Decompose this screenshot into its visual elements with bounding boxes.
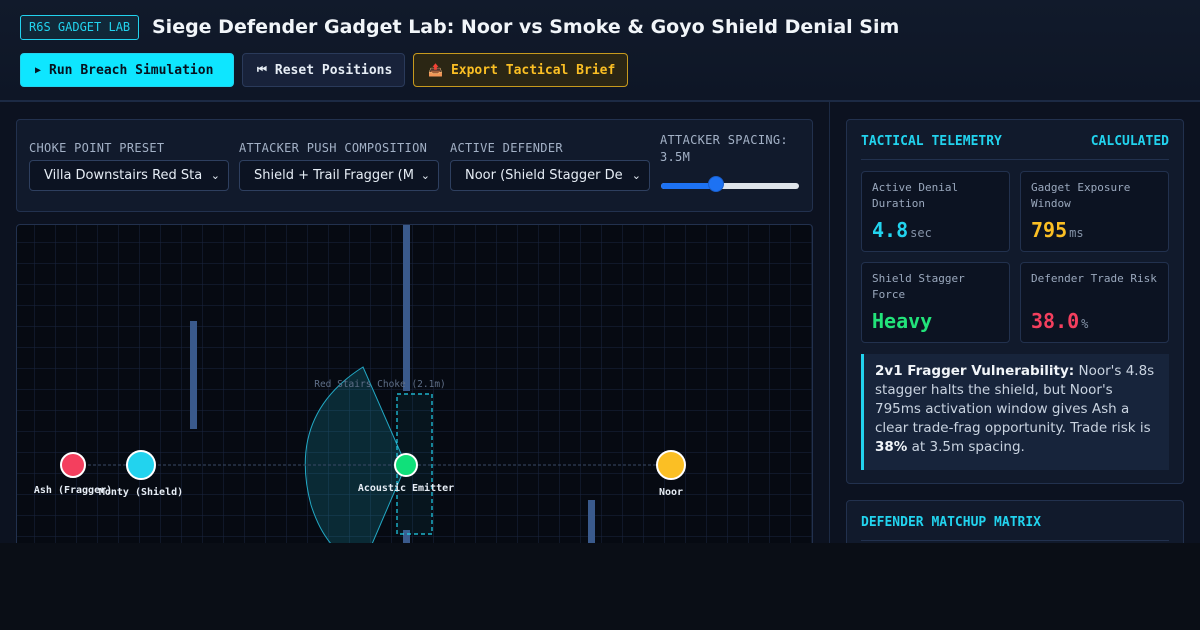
page-title: Siege Defender Gadget Lab: Noor vs Smoke… <box>152 16 900 38</box>
brand-badge: R6S GADGET LAB <box>20 15 140 40</box>
stat-card-denial-duration: Active Denial Duration 4.8 sec <box>861 171 1010 252</box>
spacing-slider-track[interactable] <box>661 183 799 189</box>
app-window: R6S GADGET LAB Siege Defender Gadget Lab… <box>0 0 1200 543</box>
telemetry-status: CALCULATED <box>1090 134 1169 149</box>
stat-card-exposure-window: Gadget Exposure Window 795 ms <box>1020 171 1169 252</box>
stat-card-trade-risk: Defender Trade Risk 38.0% <box>1020 262 1169 343</box>
unit-monty[interactable] <box>126 450 156 480</box>
monty-label: Monty (Shield) <box>99 486 183 498</box>
stat-label: Gadget Exposure Window <box>1031 181 1131 210</box>
stat-value: 4.8 sec <box>872 218 932 242</box>
defender-select[interactable]: Noor (Shield Stagger De ⌄ <box>450 160 650 191</box>
breach-arena: Red Stairs Choke (2.1m) Ash (Fragger) Mo… <box>16 224 813 543</box>
reset-button-label: Reset Positions <box>274 62 393 78</box>
emitter-label: Acoustic Emitter <box>358 482 454 494</box>
matrix-header: DEFENDER MATCHUP MATRIX <box>861 515 1169 541</box>
defender-matchup-matrix-panel: DEFENDER MATCHUP MATRIX <box>846 500 1184 543</box>
unit-acoustic-emitter[interactable] <box>394 453 418 477</box>
simulation-controls: CHOKE POINT PRESET Villa Downstairs Red … <box>16 119 813 212</box>
play-icon: ▶ <box>35 64 42 76</box>
wall-choke-top <box>403 225 410 391</box>
stat-value: 38.0% <box>1031 309 1089 333</box>
chevron-down-icon: ⌄ <box>420 169 430 182</box>
choke-label: Red Stairs Choke (2.1m) <box>314 379 446 390</box>
telemetry-title: TACTICAL TELEMETRY <box>861 134 1002 149</box>
stat-label: Active Denial Duration <box>872 181 959 210</box>
defender-label: ACTIVE DEFENDER <box>450 141 563 155</box>
spacing-label: ATTACKER SPACING: 3.5M <box>660 132 788 166</box>
spacing-slider-thumb[interactable] <box>708 176 725 192</box>
telemetry-header: TACTICAL TELEMETRY CALCULATED <box>861 134 1169 160</box>
export-button-label: Export Tactical Brief <box>450 62 616 78</box>
stat-label: Defender Trade Risk <box>1031 272 1157 285</box>
stat-value: Heavy <box>872 309 933 333</box>
noor-label: Noor <box>659 487 683 498</box>
header-bar: R6S GADGET LAB Siege Defender Gadget Lab… <box>0 0 1200 102</box>
export-tactical-brief-button[interactable]: 📤 Export Tactical Brief <box>413 53 628 87</box>
stat-card-stagger-force: Shield Stagger Force Heavy <box>861 262 1010 343</box>
wall-left <box>190 321 197 429</box>
composition-select[interactable]: Shield + Trail Fragger (M ⌄ <box>239 160 439 191</box>
composition-label: ATTACKER PUSH COMPOSITION <box>239 141 428 155</box>
unit-noor[interactable] <box>656 450 686 480</box>
composition-value: Shield + Trail Fragger (M <box>254 168 414 183</box>
sidebar-divider <box>829 102 830 543</box>
outbox-tray-icon: 📤 <box>428 63 443 77</box>
stat-value: 795 ms <box>1031 218 1084 242</box>
vulnerability-note: 2v1 Fragger Vulnerability: Noor's 4.8s s… <box>861 354 1169 470</box>
spacing-label-line2: 3.5M <box>660 150 691 164</box>
wall-right <box>588 500 595 543</box>
choke-point-label: CHOKE POINT PRESET <box>29 141 165 155</box>
matrix-title: DEFENDER MATCHUP MATRIX <box>861 515 1042 530</box>
reset-positions-button[interactable]: ⏮ Reset Positions <box>242 53 405 87</box>
spacing-label-line1: ATTACKER SPACING: <box>660 133 788 147</box>
run-breach-simulation-button[interactable]: ▶ Run Breach Simulation <box>20 53 234 87</box>
choke-point-select[interactable]: Villa Downstairs Red Sta ⌄ <box>29 160 229 191</box>
tactical-telemetry-panel: TACTICAL TELEMETRY CALCULATED Active Den… <box>846 119 1184 484</box>
chevron-down-icon: ⌄ <box>210 169 220 182</box>
arena-canvas: Red Stairs Choke (2.1m) Ash (Fragger) Mo… <box>17 225 812 543</box>
chevron-down-icon: ⌄ <box>631 169 641 182</box>
rewind-icon: ⏮ <box>257 63 267 76</box>
stat-label: Shield Stagger Force <box>872 272 965 301</box>
unit-ash[interactable] <box>60 452 86 478</box>
run-button-label: Run Breach Simulation <box>49 62 214 78</box>
defender-value: Noor (Shield Stagger De <box>465 168 623 183</box>
choke-point-value: Villa Downstairs Red Sta <box>44 168 203 183</box>
